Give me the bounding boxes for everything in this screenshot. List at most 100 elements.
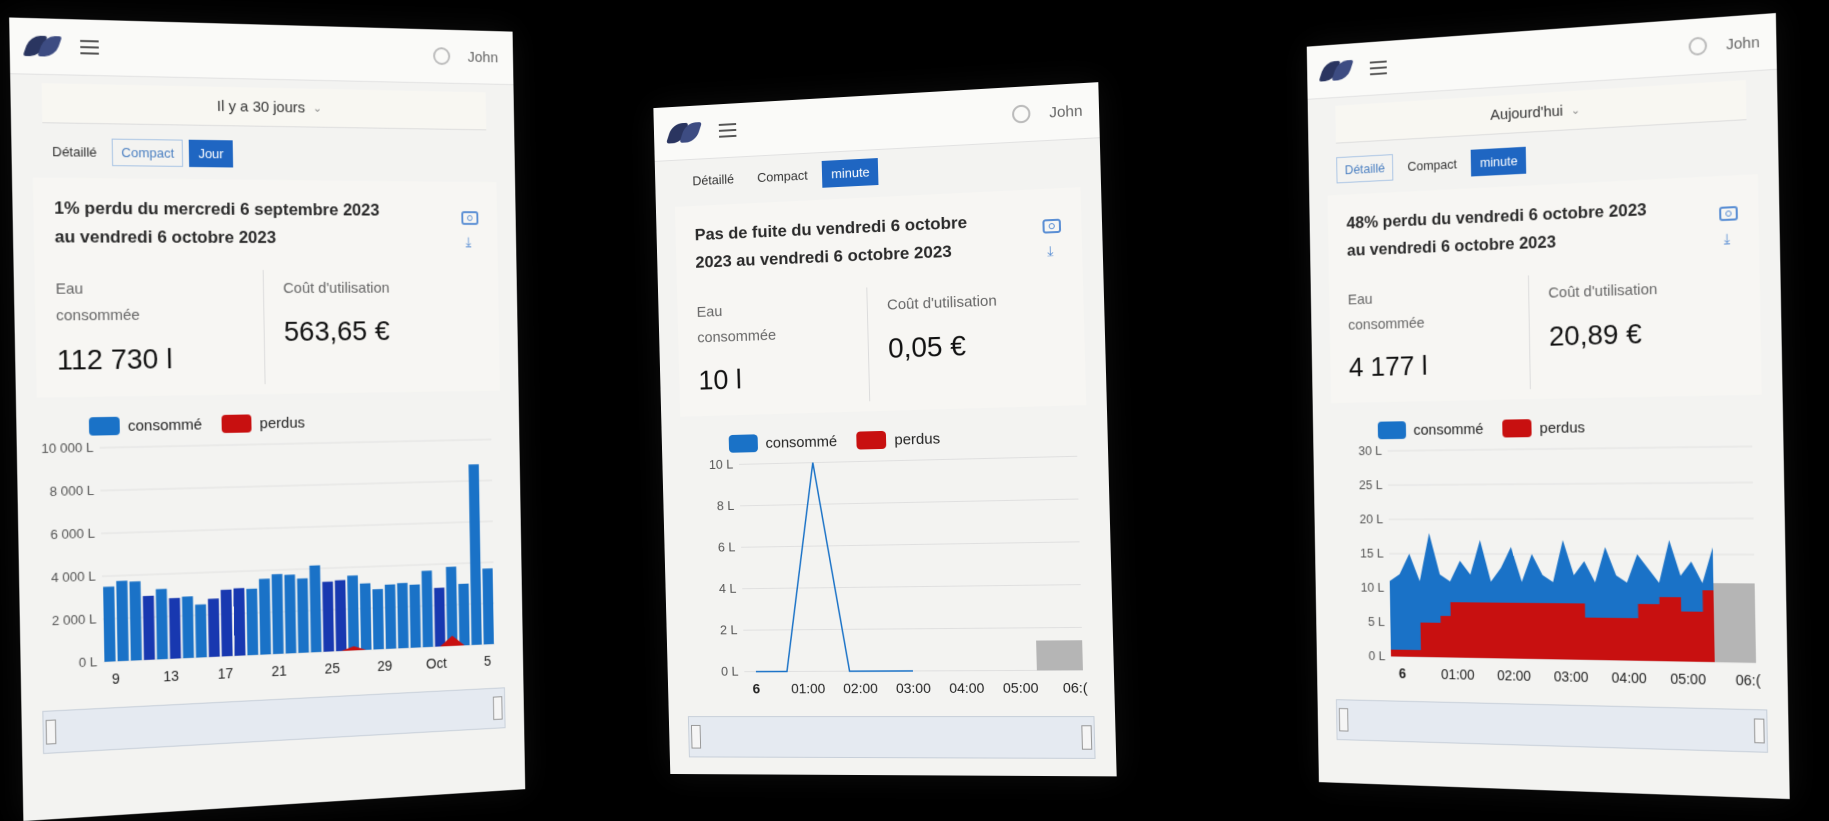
legend-label-consumed: consommé (127, 415, 203, 435)
x-tick-label: 06:( (1063, 680, 1089, 696)
chart-plot[interactable]: 30 L 25 L 20 L 15 L 10 L 5 L 0 L 6 01:00 02:00 03:… (1313, 436, 1788, 705)
bar-consumed (322, 581, 335, 652)
y-tick-label: 25 L (1359, 478, 1383, 492)
mode-detailed-button[interactable]: Détaillé (683, 165, 743, 195)
bar-consumed (258, 577, 271, 654)
usage-cost-label: Coût d'utilisation (886, 292, 998, 314)
bar-consumed (434, 587, 446, 647)
x-tick-label: 02:00 (1497, 668, 1532, 684)
bar-consumed (359, 583, 372, 651)
mode-compact-button[interactable]: Compact (1399, 150, 1466, 180)
menu-icon[interactable] (718, 123, 737, 138)
download-icon[interactable]: ⤓ (462, 234, 475, 250)
bar-consumed (445, 566, 458, 647)
app-logo-icon[interactable] (1322, 60, 1354, 82)
water-consumed-value: 4 177 l (1348, 350, 1428, 383)
legend-swatch-consumed (728, 434, 759, 453)
gridline (1388, 482, 1753, 485)
bar-consumed (195, 604, 207, 658)
bar-consumed (168, 597, 182, 659)
consumption-card: 1% perdu du mercredi 6 septembre 2023 au… (32, 177, 500, 398)
bar-consumed (284, 574, 297, 654)
chart-plot[interactable]: 10 L 8 L 6 L 4 L 2 L 0 L 6 01:00 02:00 03:00 04:00… (662, 445, 1115, 711)
usage-cost-value: 563,65 € (283, 315, 390, 347)
mode-compact-button[interactable]: Compact (112, 138, 184, 167)
legend-label-lost: perdus (1539, 418, 1585, 437)
water-consumed-value: 10 l (698, 363, 743, 396)
x-tick-label: 5 (484, 653, 492, 669)
x-tick-label: 29 (377, 658, 392, 674)
mode-granularity-button[interactable]: Jour (189, 139, 233, 168)
mode-detailed-button[interactable]: Détaillé (1336, 154, 1394, 184)
usage-cost-stat: Coût d'utilisation 563,65 € (262, 269, 482, 385)
legend-item-consumed[interactable]: consommé (88, 415, 203, 436)
water-consumed-stat: Eau consommée 4 177 l (1347, 275, 1529, 393)
consumption-card: Pas de fuite du vendredi 6 octobre 2023 … (674, 187, 1087, 417)
gridline (101, 521, 493, 533)
camera-icon[interactable] (1042, 218, 1062, 234)
legend-label-lost: perdus (894, 429, 941, 449)
x-tick-label: 25 (325, 660, 341, 676)
user-name[interactable]: John (467, 48, 498, 65)
y-tick-label: 20 L (1359, 512, 1383, 526)
app-logo-icon[interactable] (26, 35, 62, 56)
legend-swatch-consumed (88, 416, 120, 436)
x-tick-label: 6 (1399, 666, 1407, 681)
period-selector[interactable]: Il y a 30 jours ⌄ (41, 83, 487, 131)
y-tick-label: 10 000 L (41, 440, 94, 456)
gridline (743, 627, 1082, 630)
y-tick-label: 10 L (709, 456, 734, 472)
menu-icon[interactable] (1369, 60, 1387, 76)
user-icon[interactable] (1012, 104, 1032, 124)
bar-consumed (246, 588, 259, 656)
bar-consumed (384, 584, 397, 649)
camera-icon[interactable] (461, 211, 479, 225)
legend-item-lost[interactable]: perdus (1502, 418, 1585, 438)
legend-item-consumed[interactable]: consommé (1377, 420, 1484, 440)
download-icon[interactable]: ⤓ (1043, 242, 1058, 259)
display-mode-toggle: Détaillé Compact Jour (11, 129, 515, 182)
y-tick-label: 8 000 L (49, 483, 94, 499)
x-tick-label: 21 (271, 663, 287, 680)
usage-cost-label: Coût d'utilisation (1548, 280, 1658, 302)
user-name[interactable]: John (1726, 33, 1760, 53)
y-tick-label: 0 L (1368, 649, 1385, 663)
mode-granularity-button[interactable]: minute (822, 158, 879, 188)
gridline (1389, 519, 1754, 520)
usage-cost-stat: Coût d'utilisation 20,89 € (1527, 267, 1741, 390)
x-tick-label: 9 (112, 670, 120, 687)
app-header: John (9, 17, 514, 86)
chart-range-navigator[interactable] (687, 716, 1096, 759)
legend-swatch-lost (221, 414, 252, 434)
usage-cost-stat: Coût d'utilisation 0,05 € (865, 279, 1066, 402)
bar-consumed (409, 584, 421, 648)
bar-consumed (142, 595, 155, 661)
download-icon[interactable]: ⤓ (1720, 230, 1735, 247)
camera-icon[interactable] (1719, 205, 1738, 222)
menu-icon[interactable] (80, 39, 99, 55)
chart-range-navigator[interactable] (1335, 699, 1769, 753)
user-icon[interactable] (1688, 36, 1708, 57)
y-tick-label: 0 L (721, 664, 739, 679)
legend-item-consumed[interactable]: consommé (728, 432, 838, 453)
y-tick-label: 30 L (1358, 444, 1382, 458)
chart-plot[interactable]: 10 000 L 8 000 L 6 000 L 4 000 L 2 000 L 0 L 9… (17, 429, 524, 707)
legend-label-lost: perdus (259, 413, 305, 432)
app-logo-icon[interactable] (669, 122, 702, 143)
user-name[interactable]: John (1049, 102, 1083, 121)
gridline (739, 456, 1077, 464)
consumption-card: 48% perdu du vendredi 6 octobre 2023 au … (1327, 174, 1762, 404)
mode-detailed-button[interactable]: Détaillé (43, 138, 107, 166)
mode-compact-button[interactable]: Compact (748, 161, 817, 191)
x-tick-label: 06:( (1735, 672, 1761, 688)
loss-summary-title: 48% perdu du vendredi 6 octobre 2023 au … (1346, 199, 1647, 260)
legend-item-lost[interactable]: perdus (221, 413, 305, 434)
user-icon[interactable] (433, 47, 451, 66)
x-tick-label: 04:00 (1611, 670, 1647, 686)
legend-item-lost[interactable]: perdus (856, 429, 941, 450)
water-consumed-value: 112 730 l (56, 342, 173, 376)
future-range-shade (1036, 640, 1083, 671)
x-tick-label: 03:00 (896, 681, 932, 696)
y-tick-label: 10 L (1361, 581, 1385, 595)
mode-granularity-button[interactable]: minute (1471, 146, 1527, 177)
